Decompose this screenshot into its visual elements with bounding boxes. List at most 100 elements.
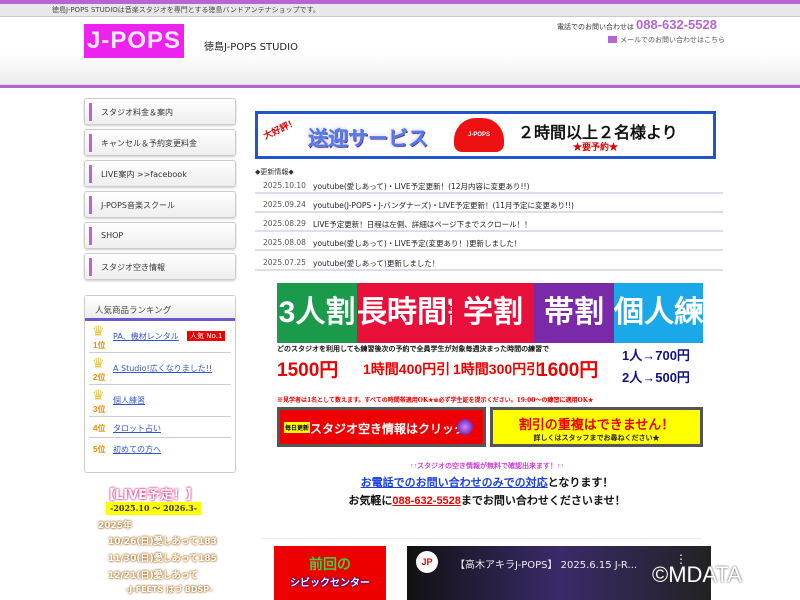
rank-number: 4位 [93, 424, 106, 433]
solo-price: 2人→500円 [622, 370, 690, 385]
news-text: LIVE予定更新！日程は左側、詳細はページ下までスクロール！！ [313, 220, 532, 229]
banner-note: ★要予約★ [573, 142, 619, 152]
daily-update-tag: 毎日更新 [284, 422, 311, 433]
phone-only-line: お電話でのお問い合わせのみでの対応となります！ [250, 474, 724, 490]
live-period: -2025.10 〜 2026.3- [106, 502, 202, 515]
ranking-link[interactable]: 初めての方へ [113, 444, 161, 455]
promo-title: 3人割 [277, 283, 357, 343]
rank-number: 3位 [93, 405, 106, 414]
tagline: 徳島J-POPS STUDIOは音楽スタジオを専門とする徳島バンドアンテナショッ… [52, 6, 320, 14]
crown-icon: ♛ [92, 356, 105, 372]
promo-price: 1600円 [537, 360, 599, 381]
news-text: youtube(愛しあって)更新しました！ [313, 259, 440, 268]
news-date: 2025.07.25 [263, 258, 306, 267]
mail-link[interactable]: メールでのお問い合わせはこちら [608, 35, 725, 45]
ranking-item: ♛ 3位 個人練習 [89, 385, 231, 417]
free-availability-note: ↑↑スタジオの空き情報が無料で確認出来ます！↑↑ [410, 463, 564, 470]
ranking-item: 5位 初めての方へ [89, 438, 231, 459]
header-tel[interactable]: 088-632-5528 [636, 17, 717, 32]
banner-tag: 大好評！ [261, 116, 299, 142]
availability-label: スタジオ空き情報はクリック [310, 422, 467, 436]
nav-label: J-POPS音楽スクール [101, 201, 175, 210]
ranking-link[interactable]: タロット占い [113, 423, 161, 434]
solo-price: 1人→700円 [622, 348, 690, 363]
nav-studio-fees[interactable]: スタジオ料金＆案内 [84, 98, 236, 125]
promo-title: 帯割 [534, 283, 614, 343]
rank-number: 1位 [93, 341, 106, 350]
ranking-box: 人気商品ランキング ♛ 1位 PA、機材レンタル 人気 No.1 ♛ 2位 A Studi… [84, 295, 236, 473]
live-line: -J-FEETS はづ BDSP- [126, 585, 213, 594]
news-item[interactable]: 2025.07.25 youtube(愛しあって)更新しました！ [255, 252, 723, 271]
no-combine-notice: 割引の重複はできません！ 詳しくはスタッフまでお尋ねください★ [490, 407, 703, 447]
news-date: 2025.09.24 [263, 200, 306, 209]
promo-title: 個人練習 [614, 283, 703, 343]
video-title[interactable]: 【高木アキラJ-POPS】 2025.6.15 J-R... [455, 556, 637, 571]
nav-label: スタジオ空き情報 [101, 263, 165, 272]
live-line: 12/21(日)愛しあって [108, 571, 199, 581]
crown-icon: ♛ [92, 388, 105, 404]
news-item[interactable]: 2025.08.29 LIVE予定更新！日程は左側、詳細はページ下までスクロール！… [255, 213, 723, 232]
news-item[interactable]: 2025.10.10 youtube(愛しあって)・LIVE予定更新！(12月内容… [255, 175, 723, 194]
nav-studio-availability[interactable]: スタジオ空き情報 [84, 253, 236, 280]
crown-icon: ♛ [92, 324, 105, 340]
ranking-link[interactable]: A Studio!広くなりました!! [113, 363, 212, 374]
ranking-item: ♛ 1位 PA、機材レンタル 人気 No.1 [89, 321, 231, 353]
ranking-link[interactable]: 個人練習 [113, 395, 145, 406]
purple-ball-icon [457, 419, 473, 435]
news-text: youtube(愛しあって)・LIVE予定(変更あり！)更新しました！ [313, 239, 522, 248]
live-line: 10/26(日)愛しあって183 [108, 537, 217, 547]
prev-venue: シビックセンター [290, 578, 370, 589]
ranking-link[interactable]: PA、機材レンタル [113, 331, 179, 342]
rank-number: 2位 [93, 373, 106, 382]
channel-avatar[interactable]: JP [416, 551, 438, 573]
promo-title: 長時間割 [357, 283, 452, 343]
news-item[interactable]: 2025.08.08 youtube(愛しあって)・LIVE予定(変更あり！)更新… [255, 232, 723, 251]
watermark: ©MDATA [652, 562, 742, 587]
live-schedule-image[interactable]: 【LIVE予定！】 -2025.10 〜 2026.3- 2025年 10/26… [84, 478, 236, 600]
nav-label: SHOP [101, 231, 124, 240]
rank-number: 5位 [93, 445, 106, 454]
ranking-item: 4位 タロット占い [89, 417, 231, 438]
call-post: までお問い合わせくださいませ！ [460, 495, 626, 507]
shuttle-service-banner[interactable]: 大好評！ 送迎サービス J-POPS ２時間以上２名様より ★要予約★ [255, 111, 716, 159]
live-year: 2025年 [98, 521, 133, 531]
mail-link-label: メールでのお問い合わせはこちら [620, 36, 725, 44]
divider [262, 538, 702, 539]
prev-label: 前回の [309, 556, 351, 572]
promo-price: 1時間300円引 [453, 361, 541, 377]
phone-only-rest: となります！ [547, 477, 614, 489]
car-icon: J-POPS [454, 118, 504, 152]
promo-note: ※見学者は1名として数えます。すべての時間帯適用OK★※必ず学生証を提示ください… [277, 397, 594, 404]
mail-icon [608, 36, 617, 43]
news-date: 2025.08.08 [263, 238, 306, 247]
nav-live-facebook[interactable]: LIVE案内 >>facebook [84, 160, 236, 187]
live-line: 11/30(日)愛しあって185 [108, 554, 217, 564]
promo-title: 学割 [452, 283, 534, 343]
nav-label: LIVE案内 >>facebook [101, 170, 187, 179]
nav-label: スタジオ料金＆案内 [101, 108, 173, 117]
phone-only-link[interactable]: お電話でのお問い合わせのみでの対応 [361, 477, 548, 489]
nav-label: キャンセル＆予約変更料金 [101, 139, 197, 148]
call-pre: お気軽に [348, 495, 393, 507]
header-accent-line [0, 84, 800, 88]
nav-cancel-fees[interactable]: キャンセル＆予約変更料金 [84, 129, 236, 156]
news-item[interactable]: 2025.09.24 youtube(J-POPS・J-バンダナーズ)・LIVE予… [255, 194, 723, 213]
logo[interactable]: J-POPS [84, 24, 184, 58]
top-bar: 徳島J-POPS STUDIOは音楽スタジオを専門とする徳島バンドアンテナショッ… [0, 4, 800, 17]
call-line: お気軽に088-632-5528までお問い合わせくださいませ！ [250, 492, 724, 508]
ranking-title: 人気商品ランキング [85, 296, 235, 321]
previous-event-image[interactable]: 前回のシビックセンター [274, 546, 386, 600]
promo-subtitle: どのスタジオを利用しても練習後次の予約で全員学生が対象毎週決まった時間の練習で [277, 344, 550, 353]
news-text: youtube(愛しあって)・LIVE予定更新！(12月内容に変更あり!!) [313, 182, 530, 191]
live-title: 【LIVE予定！】 [102, 488, 200, 503]
promo-price: 1500円 [277, 360, 339, 381]
availability-button[interactable]: 毎日更新 スタジオ空き情報はクリック [277, 407, 486, 447]
no-combine-sub: 詳しくはスタッフまでお尋ねください★ [533, 435, 660, 442]
nav-music-school[interactable]: J-POPS音楽スクール [84, 191, 236, 218]
promo-price: 1時間400円引 [363, 361, 451, 377]
news-text: youtube(J-POPS・J-バンダナーズ)・LIVE予定更新！(11月予定… [313, 201, 574, 210]
nav-shop[interactable]: SHOP [84, 222, 236, 249]
ranking-item: ♛ 2位 A Studio!広くなりました!! [89, 353, 231, 385]
popular-badge: 人気 No.1 [187, 331, 226, 341]
call-tel-link[interactable]: 088-632-5528 [392, 495, 461, 507]
